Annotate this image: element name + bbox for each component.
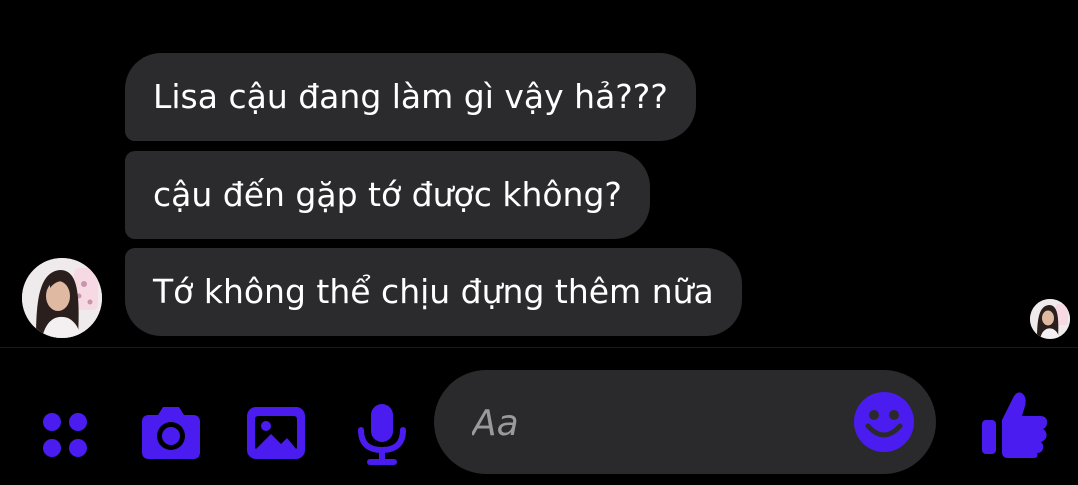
sender-avatar[interactable] — [22, 258, 102, 338]
more-actions-button[interactable] — [30, 398, 100, 468]
chat-screen: Lisa cậu đang làm gì vậy hả??? cậu đến g… — [0, 0, 1078, 485]
camera-button[interactable] — [136, 398, 206, 468]
message-bubble[interactable]: Lisa cậu đang làm gì vậy hả??? — [125, 53, 696, 141]
composer-bar — [0, 348, 1078, 485]
message-input-container[interactable] — [434, 370, 936, 474]
smiley-icon — [854, 392, 914, 452]
avatar-photo — [1030, 299, 1070, 339]
message-thread: Lisa cậu đang làm gì vậy hả??? cậu đến g… — [0, 0, 1078, 346]
message-bubble[interactable]: cậu đến gặp tớ được không? — [125, 151, 650, 239]
avatar-photo — [22, 258, 102, 338]
message-bubble[interactable]: Tớ không thể chịu đựng thêm nữa — [125, 248, 742, 336]
image-icon — [247, 407, 305, 459]
camera-icon — [142, 407, 200, 459]
message-input[interactable] — [470, 392, 854, 454]
gallery-button[interactable] — [241, 398, 311, 468]
seen-indicator-avatar — [1030, 299, 1070, 339]
thumbs-up-icon — [982, 392, 1048, 458]
emoji-button[interactable] — [852, 390, 916, 454]
voice-button[interactable] — [347, 398, 417, 468]
microphone-icon — [358, 404, 406, 465]
four-dots-icon — [43, 413, 87, 457]
like-button[interactable] — [978, 386, 1052, 460]
